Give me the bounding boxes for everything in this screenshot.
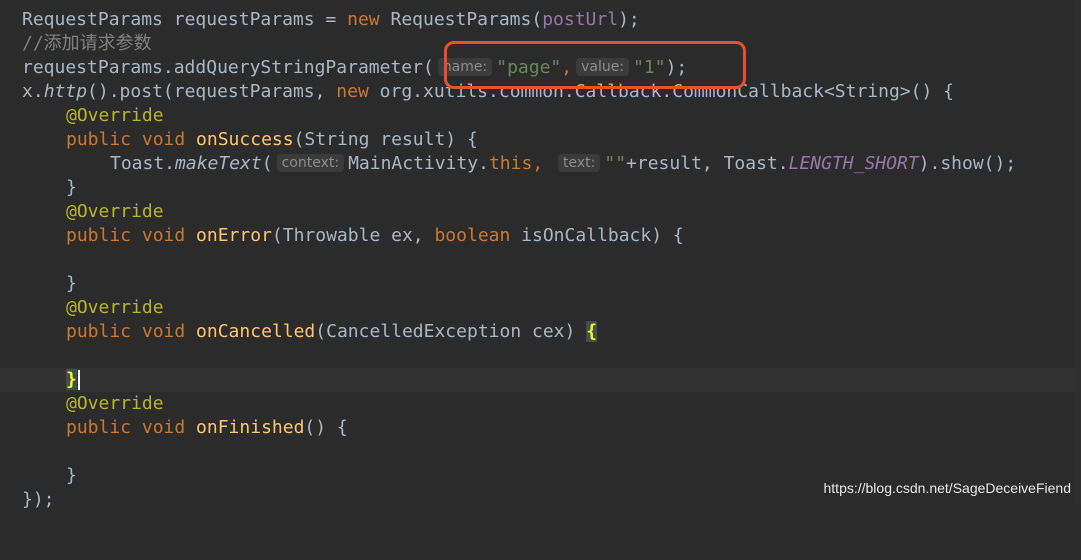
method-token: makeText bbox=[175, 153, 262, 174]
code-token: (Throwable ex, bbox=[271, 225, 435, 246]
code-line: public void onSuccess(String result) { bbox=[0, 128, 1081, 152]
code-editor[interactable]: RequestParams requestParams = new Reques… bbox=[0, 0, 1081, 510]
code-line: } bbox=[0, 176, 1081, 200]
code-token: isOnCallback) { bbox=[510, 225, 684, 246]
code-line: public void onCancelled(CancelledExcepti… bbox=[0, 320, 1081, 344]
code-token: ).show(); bbox=[918, 153, 1017, 174]
keyword-token: this bbox=[488, 153, 533, 174]
annotation-token: @Override bbox=[66, 105, 164, 126]
code-token: x. bbox=[22, 81, 44, 102]
method-name-token: onCancelled bbox=[196, 321, 316, 342]
code-line: @Override bbox=[0, 296, 1081, 320]
method-name-token: onError bbox=[196, 225, 272, 246]
code-token: (CancelledException cex) bbox=[315, 321, 587, 342]
keyword-token: boolean bbox=[434, 225, 511, 246]
highlight-box bbox=[444, 41, 746, 89]
code-line: Toast.makeText(context: MainActivity.this… bbox=[0, 152, 1081, 176]
code-token: +result, Toast. bbox=[626, 153, 789, 174]
parameter-hint: context: bbox=[276, 154, 345, 172]
comment-token: //添加请求参数 bbox=[22, 33, 152, 54]
current-line: } bbox=[0, 368, 1081, 392]
annotation-token: @Override bbox=[66, 201, 164, 222]
code-token: } bbox=[66, 177, 77, 198]
string-token: "" bbox=[604, 153, 627, 174]
code-line: public void onFinished() { bbox=[0, 416, 1081, 440]
code-token: RequestParams( bbox=[379, 9, 543, 30]
annotation-token: @Override bbox=[66, 393, 164, 414]
code-token: } bbox=[66, 465, 77, 486]
code-token: }); bbox=[22, 489, 55, 510]
keyword-token: new bbox=[347, 9, 380, 30]
code-line: @Override bbox=[0, 392, 1081, 416]
code-line: public void onError(Throwable ex, boolea… bbox=[0, 224, 1081, 248]
constant-token: LENGTH_SHORT bbox=[788, 153, 919, 174]
code-token: Toast. bbox=[110, 153, 176, 174]
class-token: RequestParams bbox=[22, 9, 163, 30]
keyword-token: public void bbox=[66, 417, 197, 438]
method-name-token: onSuccess bbox=[196, 129, 294, 150]
keyword-token: new bbox=[336, 81, 369, 102]
keyword-token: public void bbox=[66, 321, 197, 342]
annotation-token: @Override bbox=[66, 297, 164, 318]
variable-token: postUrl bbox=[542, 9, 619, 30]
matched-brace: } bbox=[66, 369, 77, 390]
code-token: requestParams.addQueryStringParameter( bbox=[22, 57, 434, 78]
parameter-hint: text: bbox=[558, 154, 601, 172]
editor-scrollbar[interactable] bbox=[1075, 0, 1081, 504]
code-token: , bbox=[532, 153, 554, 174]
code-token: ); bbox=[618, 9, 640, 30]
method-token: http bbox=[43, 81, 88, 102]
watermark-text: https://blog.csdn.net/SageDeceiveFiend bbox=[823, 480, 1072, 496]
code-token: ().post(requestParams, bbox=[87, 81, 337, 102]
code-line: } bbox=[0, 272, 1081, 296]
code-line: @Override bbox=[0, 104, 1081, 128]
keyword-token: public void bbox=[66, 225, 197, 246]
code-line: @Override bbox=[0, 200, 1081, 224]
method-name-token: onFinished bbox=[196, 417, 305, 438]
code-token: (String result) { bbox=[293, 129, 478, 150]
text-caret bbox=[78, 370, 80, 390]
code-token: requestParams = bbox=[162, 9, 348, 30]
code-token: () { bbox=[304, 417, 348, 438]
keyword-token: public void bbox=[66, 129, 197, 150]
matched-brace: { bbox=[586, 321, 598, 342]
code-token: } bbox=[66, 273, 77, 294]
code-token: ( bbox=[261, 153, 273, 174]
code-token: MainActivity. bbox=[348, 153, 489, 174]
code-line: RequestParams requestParams = new Reques… bbox=[0, 8, 1081, 32]
